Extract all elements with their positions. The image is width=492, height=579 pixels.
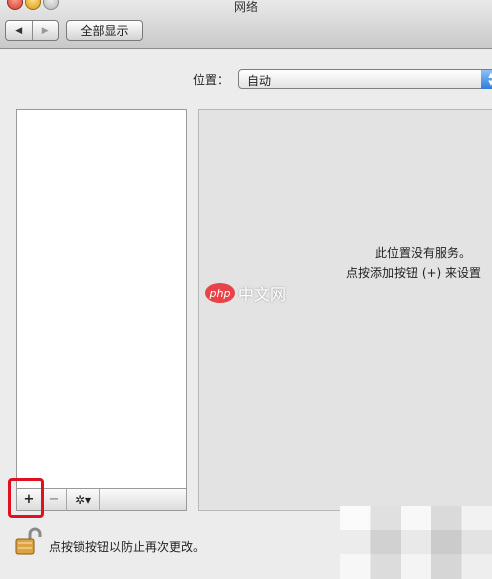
- location-value: 自动: [247, 74, 272, 88]
- location-label: 位置：: [193, 73, 230, 87]
- back-button[interactable]: ◀: [6, 21, 33, 40]
- remove-service-button[interactable]: −: [42, 489, 67, 510]
- title-bar: 网络 ◀ ▶ 全部显示: [0, 0, 492, 49]
- add-button-highlight: [8, 478, 44, 518]
- window-title: 网络: [233, 0, 258, 14]
- show-all-button[interactable]: 全部显示: [66, 20, 143, 41]
- lock-hint-text: 点按锁按钮以防止再次更改。: [49, 540, 206, 554]
- watermark-text: 中文网: [238, 285, 287, 304]
- detail-panel: [198, 109, 492, 511]
- pixelated-region: [340, 506, 492, 579]
- select-stepper-icon: ▲ ▼: [481, 70, 492, 89]
- php-logo-icon: php: [205, 283, 235, 303]
- action-menu-button[interactable]: ✲▾: [67, 489, 100, 510]
- location-select[interactable]: 自动 ▲ ▼: [238, 69, 492, 89]
- empty-state-message: 此位置没有服务。: [375, 246, 472, 260]
- service-list[interactable]: [16, 109, 187, 491]
- watermark: php 中文网: [205, 281, 286, 305]
- navigation-buttons: ◀ ▶: [5, 20, 59, 41]
- unlocked-padlock-icon[interactable]: [14, 526, 42, 556]
- empty-state-hint: 点按添加按钮 (+) 来设置: [346, 266, 482, 280]
- forward-button[interactable]: ▶: [33, 21, 59, 40]
